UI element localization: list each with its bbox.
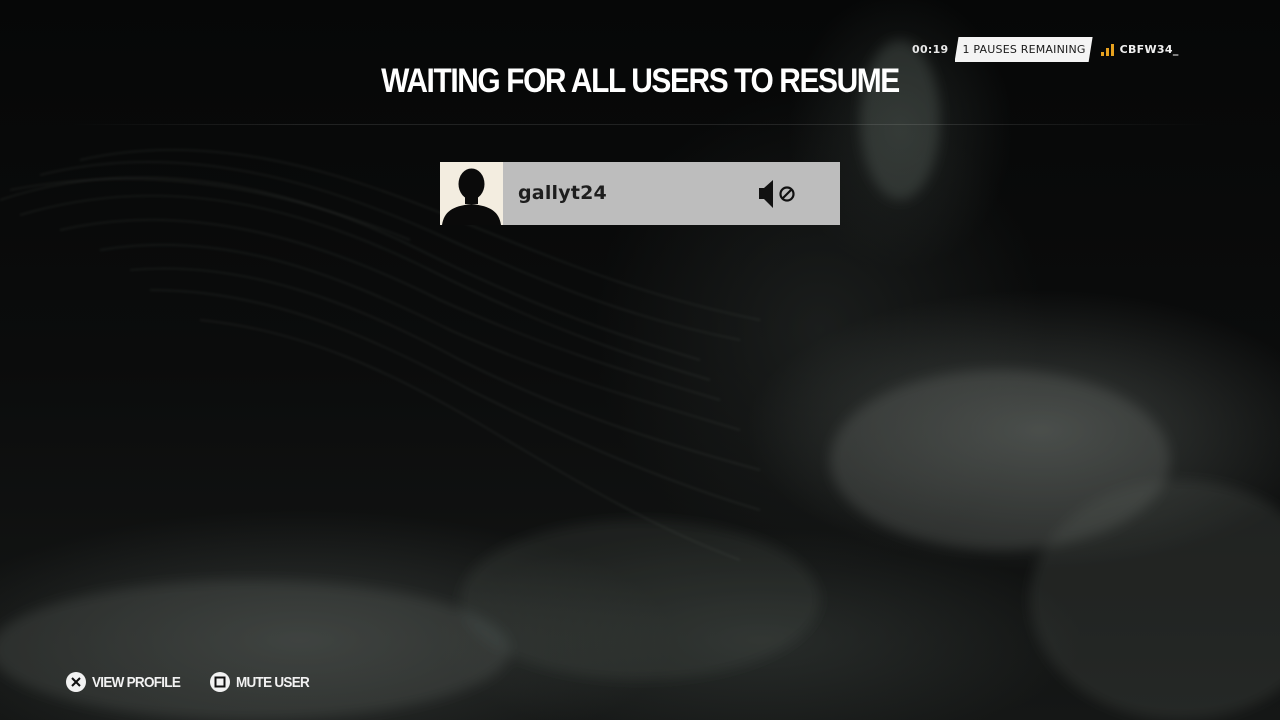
square-button-icon bbox=[209, 672, 230, 692]
session-status-bar: 00:19 1 PAUSES REMAINING CBFW34_ bbox=[912, 37, 1179, 62]
button-prompts: VIEW PROFILE MUTE USER bbox=[66, 672, 337, 692]
pauses-remaining-badge: 1 PAUSES REMAINING bbox=[955, 37, 1093, 62]
player-name: gallyt24 bbox=[518, 182, 607, 204]
title-divider bbox=[70, 124, 1210, 125]
view-profile-label: VIEW PROFILE bbox=[92, 673, 181, 691]
mute-user-button[interactable]: MUTE USER bbox=[209, 672, 317, 692]
pause-screen: 00:19 1 PAUSES REMAINING CBFW34_ WAITING… bbox=[0, 0, 1280, 720]
mute-user-label: MUTE USER bbox=[235, 673, 310, 691]
silhouette-avatar-icon bbox=[440, 162, 503, 225]
page-title: WAITING FOR ALL USERS TO RESUME bbox=[381, 62, 900, 100]
speaker-muted-icon[interactable] bbox=[758, 179, 798, 209]
background-art bbox=[0, 40, 1280, 720]
player-card[interactable]: gallyt24 bbox=[440, 162, 840, 225]
connection-signal-icon bbox=[1100, 43, 1114, 56]
view-profile-button[interactable]: VIEW PROFILE bbox=[66, 672, 190, 692]
cross-button-icon bbox=[66, 672, 86, 692]
pause-timer: 00:19 bbox=[912, 43, 949, 56]
session-id: CBFW34_ bbox=[1119, 43, 1179, 56]
